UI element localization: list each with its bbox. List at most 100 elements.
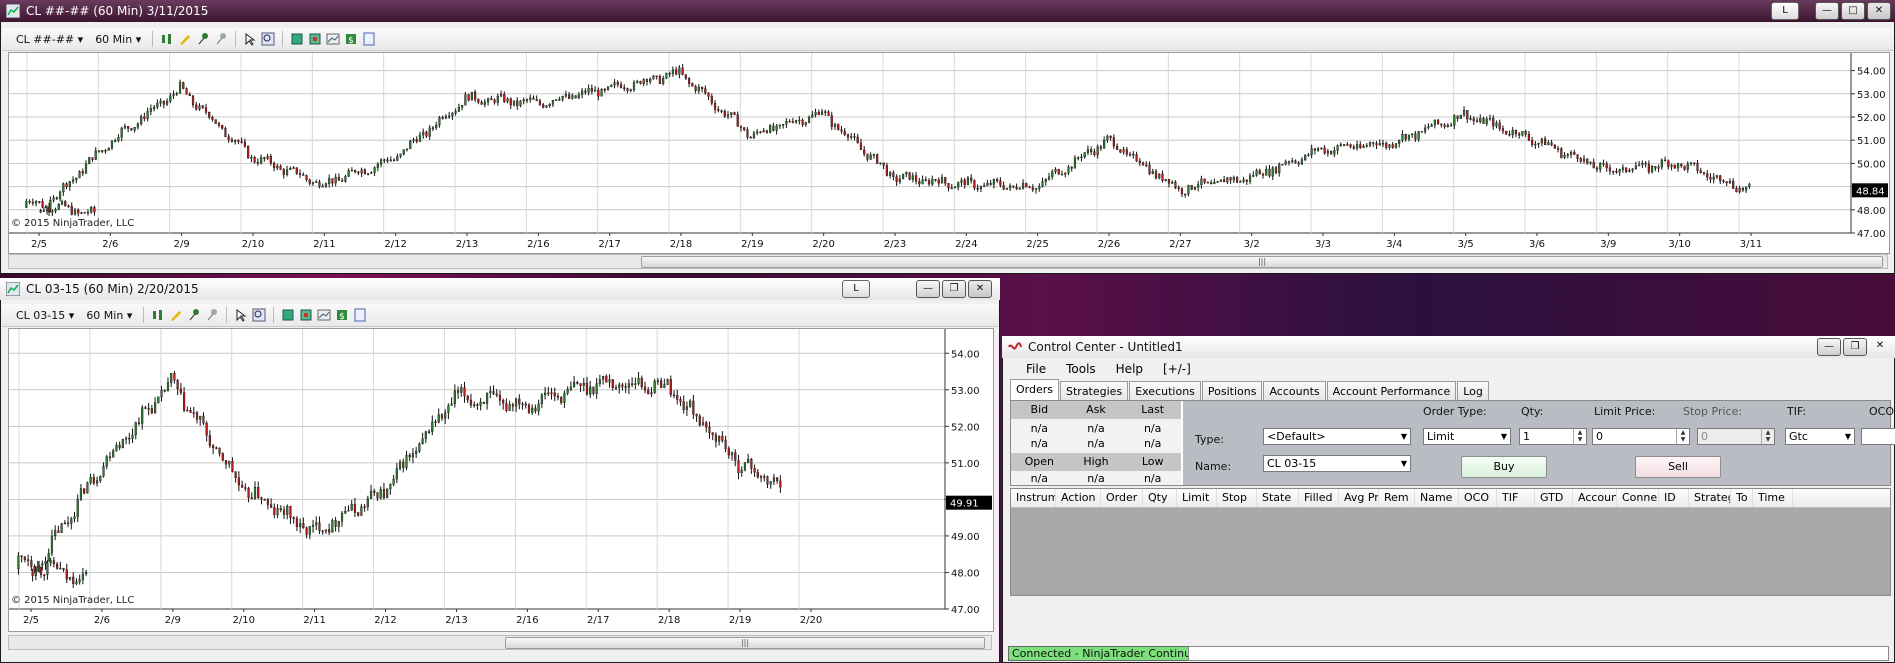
grid-column-header[interactable]: OCO (1459, 489, 1497, 507)
close-icon[interactable]: ✕ (1867, 2, 1891, 20)
restore-icon[interactable]: ❐ (1843, 338, 1867, 356)
type-dropdown[interactable]: <Default> ▼ (1263, 428, 1411, 445)
zoom-icon[interactable] (261, 32, 275, 46)
cursor-icon[interactable] (243, 32, 257, 46)
grid-column-header[interactable]: GTD (1535, 489, 1573, 507)
window-icon[interactable] (362, 32, 376, 46)
tab-account-performance[interactable]: Account Performance (1326, 381, 1457, 401)
chart-properties-icon[interactable] (326, 32, 340, 46)
candle-body (762, 130, 765, 133)
grid-column-header[interactable]: Time (1753, 489, 1793, 507)
scroll-thumb[interactable]: ||| (505, 637, 985, 649)
menu-help[interactable]: Help (1108, 362, 1151, 376)
tab-executions[interactable]: Executions (1129, 381, 1201, 401)
limit-price-input[interactable]: 0 ▲ ▼ (1592, 428, 1690, 445)
grid-column-header[interactable]: Limit (1177, 489, 1217, 507)
grid-column-header[interactable]: Action (1056, 489, 1101, 507)
tab-accounts[interactable]: Accounts (1263, 381, 1326, 401)
minimize-icon[interactable]: — (1817, 338, 1841, 356)
tab-positions[interactable]: Positions (1201, 381, 1263, 401)
dollar-icon[interactable]: $ (335, 308, 349, 322)
candle-body (759, 131, 762, 134)
sell-button[interactable]: Sell (1635, 456, 1721, 478)
grid-column-header[interactable]: Conne (1617, 489, 1659, 507)
menu-toggle-panels[interactable]: [+/-] (1155, 362, 1199, 376)
candle-body (337, 521, 340, 527)
order-type-dropdown[interactable]: Limit ▼ (1423, 428, 1511, 445)
top-chart-scrollbar[interactable]: ||| (8, 254, 1888, 269)
candle-style-icon[interactable] (160, 32, 174, 46)
candle-body (1417, 131, 1420, 140)
top-chart-link-button[interactable]: L (1771, 2, 1799, 20)
interval-selector[interactable]: 60 Min ▾ (91, 33, 145, 46)
window-icon[interactable] (353, 308, 367, 322)
strategy-icon[interactable] (299, 308, 313, 322)
scroll-thumb[interactable]: ||| (641, 256, 1883, 268)
grid-column-header[interactable]: Accoun (1573, 489, 1617, 507)
grid-column-header[interactable]: Filled (1299, 489, 1339, 507)
left-chart-scrollbar[interactable]: ||| (8, 635, 992, 650)
tab-log[interactable]: Log (1457, 381, 1489, 401)
pin-icon[interactable] (196, 32, 210, 46)
close-icon[interactable]: ✕ (1869, 338, 1891, 354)
chart-properties-icon[interactable] (317, 308, 331, 322)
control-center-titlebar[interactable]: Control Center - Untitled1 (1002, 336, 1895, 358)
zoom-icon[interactable] (252, 308, 266, 322)
instrument-selector[interactable]: CL ##-## ▾ (12, 33, 87, 46)
grid-column-header[interactable]: Order (1101, 489, 1143, 507)
stop-price-spinner[interactable]: ▲ ▼ (1761, 429, 1774, 444)
tab-strategies[interactable]: Strategies (1060, 381, 1129, 401)
grid-column-header[interactable]: Strateg (1689, 489, 1731, 507)
tab-orders[interactable]: Orders (1010, 379, 1059, 401)
buy-button[interactable]: Buy (1461, 456, 1547, 478)
limit-price-spinner[interactable]: ▲ ▼ (1676, 429, 1689, 444)
candle-body (1553, 144, 1556, 149)
top-chart-titlebar[interactable]: CL ##-## (60 Min) 3/11/2015 (0, 0, 1895, 22)
strategy-icon[interactable] (308, 32, 322, 46)
qty-spinner[interactable]: ▲ ▼ (1573, 429, 1586, 444)
grid-column-header[interactable]: Instrum (1011, 489, 1056, 507)
indicator-icon[interactable] (290, 32, 304, 46)
instrument-selector[interactable]: CL 03-15 ▾ (12, 309, 78, 322)
menu-tools[interactable]: Tools (1058, 362, 1104, 376)
left-chart-link-button[interactable]: L (842, 280, 870, 298)
oco-input[interactable] (1861, 428, 1895, 445)
minimize-icon[interactable]: — (916, 280, 940, 298)
grid-column-header[interactable]: Qty (1143, 489, 1177, 507)
candle-body (431, 127, 435, 129)
pencil-draw-icon[interactable] (178, 32, 192, 46)
candle-body (344, 510, 347, 514)
minimize-icon[interactable]: — (1815, 2, 1839, 20)
menu-file[interactable]: File (1018, 362, 1054, 376)
cursor-icon[interactable] (234, 308, 248, 322)
stop-price-input[interactable]: 0 ▲ ▼ (1697, 428, 1775, 445)
restore-icon[interactable]: ❐ (942, 280, 966, 298)
candle-style-icon[interactable] (151, 308, 165, 322)
close-icon[interactable]: ✕ (968, 280, 992, 298)
indicator-icon[interactable] (281, 308, 295, 322)
tif-dropdown[interactable]: Gtc ▼ (1785, 428, 1855, 445)
push-pin-icon[interactable] (205, 308, 219, 322)
grid-column-header[interactable]: Avg Pri (1339, 489, 1379, 507)
dollar-icon[interactable]: $ (344, 32, 358, 46)
name-dropdown[interactable]: CL 03-15 ▼ (1263, 455, 1411, 472)
candle-body (33, 566, 36, 572)
grid-column-header[interactable]: Rem (1379, 489, 1415, 507)
top-price-chart[interactable]: 54.0053.0052.0051.0050.0049.0048.0047.00… (8, 52, 1890, 254)
candle-body (1449, 124, 1453, 127)
grid-column-header[interactable]: Name (1415, 489, 1459, 507)
grid-column-header[interactable]: Stop (1217, 489, 1257, 507)
pin-icon[interactable] (187, 308, 201, 322)
candle-body (602, 375, 605, 380)
qty-input[interactable]: 1 ▲ ▼ (1519, 428, 1587, 445)
maximize-icon[interactable]: □ (1841, 2, 1865, 20)
pencil-draw-icon[interactable] (169, 308, 183, 322)
interval-selector[interactable]: 60 Min ▾ (82, 309, 136, 322)
grid-column-header[interactable]: ID (1659, 489, 1689, 507)
push-pin-icon[interactable] (214, 32, 228, 46)
grid-column-header[interactable]: To (1731, 489, 1753, 507)
grid-column-header[interactable]: TIF (1497, 489, 1535, 507)
grid-column-header[interactable]: State (1257, 489, 1299, 507)
orders-grid[interactable]: Instrum Action Order Qty Limit Stop State Fille… (1010, 488, 1891, 596)
left-price-chart[interactable]: 54.0053.0052.0051.0050.0049.0048.0047.00… (8, 328, 994, 632)
